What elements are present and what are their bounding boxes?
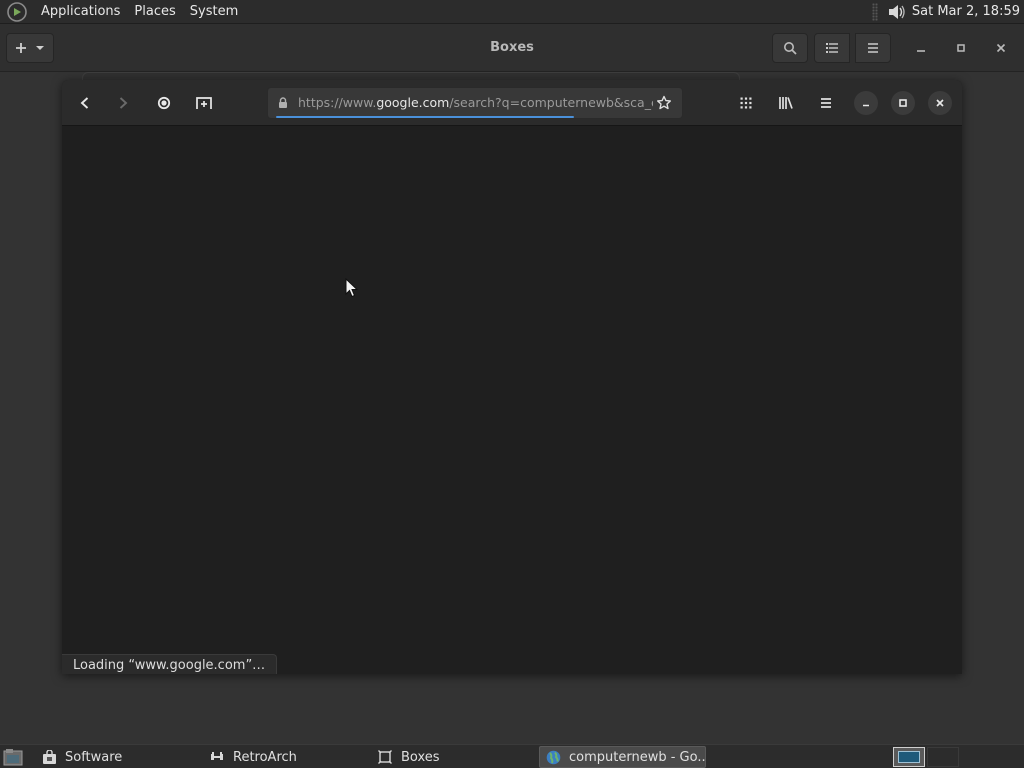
- browser-window: https://www.google.com/search?q=computer…: [62, 80, 962, 674]
- browser-close-button[interactable]: [928, 91, 952, 115]
- software-icon: [41, 749, 57, 765]
- library-button[interactable]: [772, 89, 800, 117]
- app-menu-button[interactable]: [855, 33, 891, 63]
- task-label: computernewb - Go...: [569, 749, 706, 765]
- address-bar[interactable]: https://www.google.com/search?q=computer…: [267, 87, 683, 119]
- close-button[interactable]: [991, 38, 1011, 58]
- task-label: Boxes: [401, 749, 440, 765]
- show-desktop-icon[interactable]: [3, 748, 23, 766]
- retroarch-icon: [209, 749, 225, 765]
- workspace-2[interactable]: [927, 747, 959, 767]
- bookmark-star-icon[interactable]: [656, 95, 672, 111]
- apps-button[interactable]: [732, 89, 760, 117]
- arrow-right-icon: [119, 97, 128, 109]
- status-bubble: Loading “www.google.com”…: [62, 654, 278, 674]
- url-host: google.com: [376, 95, 450, 110]
- stop-reload-button[interactable]: [150, 89, 178, 117]
- new-tab-icon: [196, 97, 212, 109]
- hamburger-icon: [868, 43, 878, 53]
- arrow-left-icon: [80, 97, 89, 109]
- search-icon: [784, 42, 797, 55]
- system-menu[interactable]: System: [183, 0, 245, 24]
- search-button[interactable]: [772, 33, 808, 63]
- browser-minimize-button[interactable]: [854, 91, 878, 115]
- url-text[interactable]: https://www.google.com/search?q=computer…: [298, 88, 653, 118]
- url-scheme: https://www.: [298, 95, 377, 110]
- volume-icon[interactable]: [886, 2, 906, 22]
- minimize-icon: [863, 104, 869, 107]
- top-panel: Applications Places System Sat Mar 2, 18…: [0, 0, 1024, 24]
- task-label: Software: [65, 749, 123, 765]
- browser-globe-icon: [546, 749, 561, 765]
- browser-maximize-button[interactable]: [891, 91, 915, 115]
- boxes-headerbar: Boxes: [0, 24, 1024, 72]
- url-path: /search?q=computernewb&sca_es: [449, 95, 653, 110]
- bottom-taskbar: Software RetroArch Boxes computernewb - …: [0, 744, 1024, 768]
- stop-icon: [157, 96, 171, 110]
- browser-toolbar: https://www.google.com/search?q=computer…: [62, 80, 962, 126]
- lock-icon[interactable]: [278, 97, 288, 109]
- forward-button[interactable]: [109, 89, 137, 117]
- places-menu[interactable]: Places: [127, 0, 182, 24]
- list-icon: [826, 43, 838, 53]
- maximize-icon: [899, 99, 907, 107]
- tray-handle[interactable]: [871, 2, 878, 21]
- browser-menu-button[interactable]: [812, 89, 840, 117]
- workspace-1[interactable]: [893, 747, 925, 767]
- maximize-button[interactable]: [951, 38, 971, 58]
- task-label: RetroArch: [233, 749, 297, 765]
- hamburger-icon: [821, 98, 831, 108]
- applications-menu[interactable]: Applications: [34, 0, 127, 24]
- workspace-window-thumbnail: [898, 751, 920, 763]
- mouse-cursor-icon: [345, 278, 359, 298]
- boxes-icon: [377, 749, 393, 765]
- grid-icon: [740, 97, 752, 109]
- close-icon: [936, 99, 944, 107]
- list-view-button[interactable]: [814, 33, 850, 63]
- clock[interactable]: Sat Mar 2, 18:59: [912, 4, 1024, 19]
- minimize-icon: [917, 50, 925, 52]
- task-software[interactable]: Software: [35, 746, 200, 768]
- page-content[interactable]: [62, 126, 962, 674]
- new-tab-button[interactable]: [190, 89, 218, 117]
- back-button[interactable]: [71, 89, 99, 117]
- task-boxes[interactable]: Boxes: [371, 746, 536, 768]
- task-retroarch[interactable]: RetroArch: [203, 746, 368, 768]
- task-browser[interactable]: computernewb - Go...: [539, 746, 706, 768]
- close-icon: [996, 43, 1006, 53]
- library-icon: [779, 97, 793, 109]
- mate-logo-icon[interactable]: [6, 1, 28, 23]
- minimize-button[interactable]: [911, 38, 931, 58]
- maximize-icon: [957, 44, 965, 52]
- load-progress-bar: [276, 116, 574, 118]
